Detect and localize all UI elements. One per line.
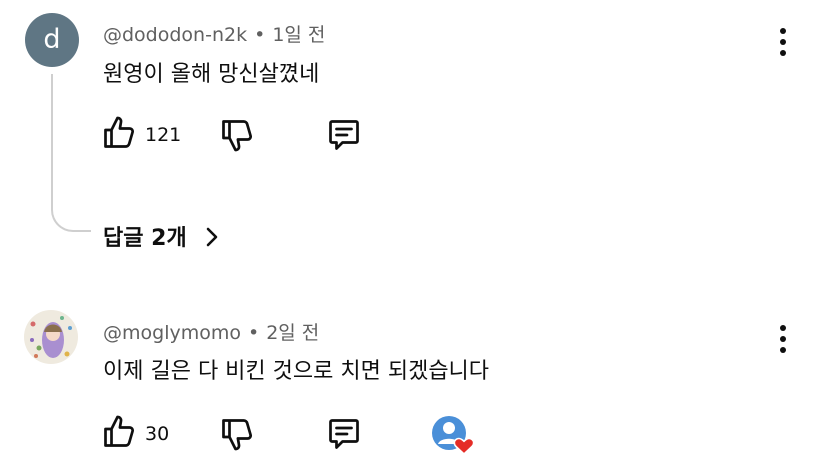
author-name[interactable]: @dododon-n2k <box>103 24 247 46</box>
separator-dot: • <box>254 24 266 46</box>
reply-icon[interactable] <box>326 117 362 153</box>
author-name[interactable]: @moglymomo <box>103 322 241 344</box>
thread-line <box>51 74 91 232</box>
avatar[interactable] <box>24 310 78 364</box>
timestamp[interactable]: 2일 전 <box>266 322 319 344</box>
separator-dot: • <box>247 322 260 344</box>
comment-meta: @moglymomo • 2일 전 <box>103 318 319 345</box>
like-icon[interactable] <box>101 413 137 451</box>
comment-text: 이제 길은 다 비킨 것으로 치면 되겠습니다 <box>103 359 490 384</box>
dislike-icon[interactable] <box>219 415 255 453</box>
comment-text: 원영이 올해 망신살꼈네 <box>103 62 320 87</box>
more-options-icon[interactable] <box>779 28 787 58</box>
avatar[interactable]: d <box>25 13 79 67</box>
reply-icon[interactable] <box>326 416 362 452</box>
creator-heart-icon <box>432 416 475 456</box>
comment-meta: @dododon-n2k • 1일 전 <box>103 20 325 47</box>
like-count: 121 <box>145 124 182 146</box>
like-icon[interactable] <box>101 114 137 152</box>
replies-label: 답글 2개 <box>103 226 187 251</box>
replies-toggle[interactable]: 답글 2개 <box>103 220 220 252</box>
like-count: 30 <box>145 423 170 445</box>
chevron-right-icon <box>207 227 218 247</box>
more-options-icon[interactable] <box>779 325 787 355</box>
dislike-icon[interactable] <box>219 116 255 154</box>
timestamp[interactable]: 1일 전 <box>272 24 325 46</box>
